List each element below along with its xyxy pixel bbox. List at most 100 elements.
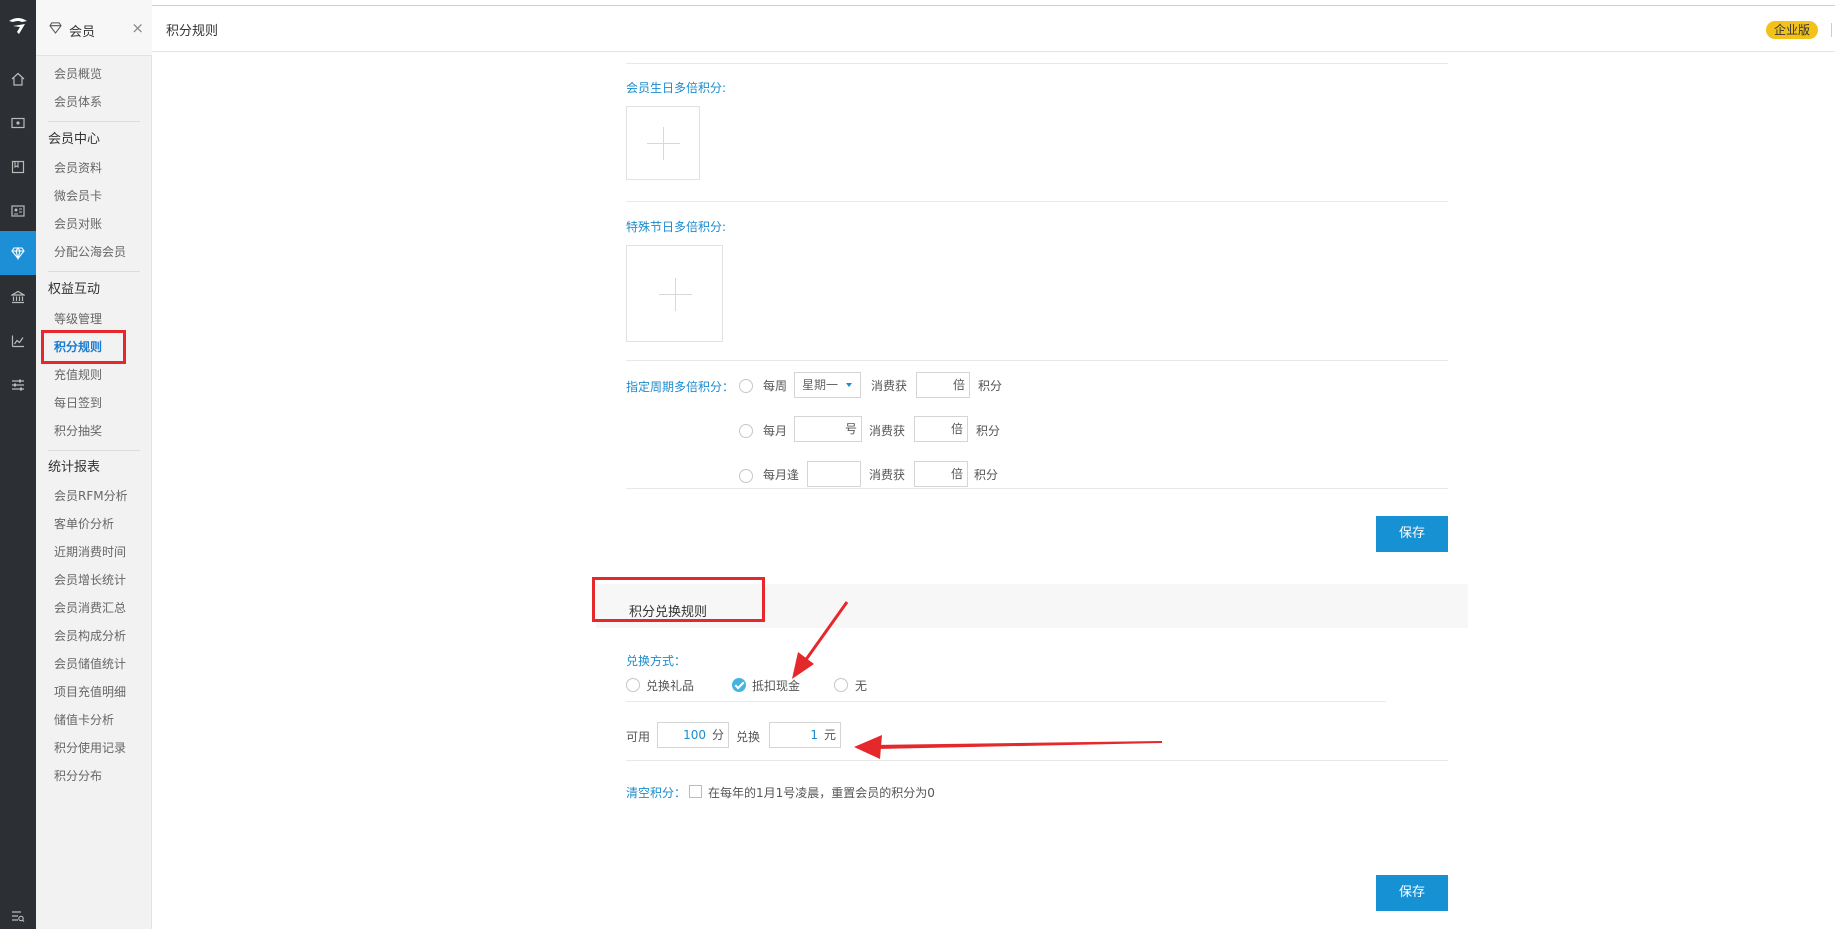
nav-item-overview[interactable]: 会员概览 [54, 66, 102, 82]
top-bar: 积分规则 企业版 [152, 5, 1835, 52]
divider [48, 271, 140, 272]
monthly-every-day-input[interactable] [807, 461, 861, 487]
divider [626, 701, 1386, 702]
divider [626, 760, 1448, 761]
monthly-radio[interactable] [739, 424, 753, 438]
divider [626, 63, 1448, 64]
period-label: 指定周期多倍积分： [626, 380, 735, 394]
home-icon[interactable] [0, 57, 36, 101]
chart-icon[interactable] [0, 319, 36, 363]
monthly-day-input[interactable]: 号 [794, 416, 862, 442]
none-radio[interactable] [834, 678, 848, 692]
unit-label: 倍 [950, 467, 963, 481]
nav-item[interactable]: 会员增长统计 [54, 572, 126, 588]
cash-radio[interactable] [732, 678, 746, 692]
nav-item[interactable]: 会员对账 [54, 216, 102, 232]
available-label: 可用 [626, 730, 651, 744]
holiday-upload-button[interactable] [626, 245, 723, 342]
arrow-to-exchange-inputs [854, 735, 1162, 759]
cash-input[interactable]: 1 元 [769, 722, 841, 748]
nav-item[interactable]: 会员消费汇总 [54, 600, 126, 616]
subnav-header: 会员 × [36, 0, 152, 56]
points-input[interactable]: 100 分 [657, 722, 729, 748]
sliders-icon[interactable] [0, 363, 36, 407]
nav-item[interactable]: 会员储值统计 [54, 656, 126, 672]
highlight-box-exchange [592, 577, 765, 622]
icon-rail [0, 0, 36, 929]
monthly-every-mid: 消费获 [869, 468, 906, 482]
weekly-multiplier-input[interactable]: 倍 [916, 372, 970, 398]
plus-icon [663, 127, 664, 160]
weekday-select[interactable]: 星期一 [794, 372, 861, 398]
plus-icon [675, 278, 676, 311]
exchange-label: 兑换 [736, 730, 761, 744]
nav-item[interactable]: 等级管理 [54, 311, 102, 327]
cash-option-label: 抵扣现金 [752, 679, 801, 693]
nav-group-title: 统计报表 [48, 460, 101, 475]
nav-item[interactable]: 近期消费时间 [54, 544, 126, 560]
unit-label: 倍 [950, 422, 963, 436]
unit-label: 元 [823, 728, 836, 742]
exchange-method-label: 兑换方式： [626, 654, 687, 668]
nav-item[interactable]: 积分使用记录 [54, 740, 126, 756]
nav-item[interactable]: 每日签到 [54, 395, 102, 411]
monthly-every-prefix: 每月逢 [763, 468, 800, 482]
weekly-prefix: 每周 [763, 379, 788, 393]
birthday-upload-button[interactable] [626, 106, 700, 180]
nav-item[interactable]: 分配公海会员 [54, 244, 126, 260]
nav-item[interactable]: 微会员卡 [54, 188, 102, 204]
gift-radio[interactable] [626, 678, 640, 692]
logo-icon[interactable] [0, 12, 36, 40]
divider [48, 450, 140, 451]
nav-item[interactable]: 储值卡分析 [54, 712, 114, 728]
contact-card-icon[interactable] [0, 189, 36, 233]
highlight-box-nav [41, 330, 126, 364]
wallet-icon[interactable] [0, 101, 36, 145]
none-option-label: 无 [855, 679, 868, 693]
cash-value: 1 [810, 728, 818, 742]
diamond-icon[interactable] [0, 231, 36, 275]
nav-item-system[interactable]: 会员体系 [54, 94, 102, 110]
bank-icon[interactable] [0, 275, 36, 319]
divider [626, 201, 1448, 202]
monthly-every-suffix: 积分 [974, 468, 999, 482]
nav-item[interactable]: 会员RFM分析 [54, 488, 128, 504]
weekly-radio[interactable] [739, 379, 753, 393]
monthly-suffix: 积分 [976, 424, 1001, 438]
edition-badge: 企业版 [1766, 21, 1819, 39]
birthday-label: 会员生日多倍积分: [626, 81, 727, 95]
annotation-arrows [792, 601, 1162, 759]
chevron-down-icon [846, 383, 852, 387]
save-button[interactable]: 保存 [1376, 516, 1448, 552]
clear-points-text: 在每年的1月1号凌晨，重置会员的积分为0 [708, 786, 935, 800]
clear-points-label: 清空积分： [626, 786, 687, 800]
subnav-title: 会员 [69, 25, 96, 40]
monthly-prefix: 每月 [763, 424, 788, 438]
book-icon[interactable] [0, 145, 36, 189]
close-icon[interactable]: × [131, 19, 144, 37]
nav-item[interactable]: 充值规则 [54, 367, 102, 383]
nav-group-title: 会员中心 [48, 132, 101, 147]
save-button-bottom[interactable]: 保存 [1376, 875, 1448, 911]
nav-item[interactable]: 客单价分析 [54, 516, 114, 532]
nav-item[interactable]: 会员资料 [54, 160, 102, 176]
nav-item[interactable]: 项目充值明细 [54, 684, 126, 700]
monthly-every-radio[interactable] [739, 469, 753, 483]
sub-navigation: 会员 × 会员概览 会员体系 会员中心 会员资料 微会员卡 会员对账 分配公海会… [36, 0, 152, 929]
nav-item[interactable]: 积分抽奖 [54, 423, 102, 439]
main-content: 会员生日多倍积分: 特殊节日多倍积分: 指定周期多倍积分： 每周 星期一 消费获… [152, 52, 1835, 929]
divider [626, 488, 1448, 489]
divider [48, 121, 140, 122]
nav-item[interactable]: 会员构成分析 [54, 628, 126, 644]
points-value: 100 [683, 728, 706, 742]
clear-points-checkbox[interactable] [689, 785, 702, 798]
bottom-menu-icon[interactable] [0, 905, 36, 927]
monthly-multiplier-input[interactable]: 倍 [914, 416, 968, 442]
holiday-label: 特殊节日多倍积分: [626, 220, 727, 234]
nav-item[interactable]: 积分分布 [54, 768, 102, 784]
monthly-every-multiplier-input[interactable]: 倍 [914, 461, 968, 487]
weekly-suffix: 积分 [978, 379, 1003, 393]
divider [626, 360, 1448, 361]
nav-group-title: 权益互动 [48, 282, 101, 297]
divider [1831, 23, 1832, 37]
